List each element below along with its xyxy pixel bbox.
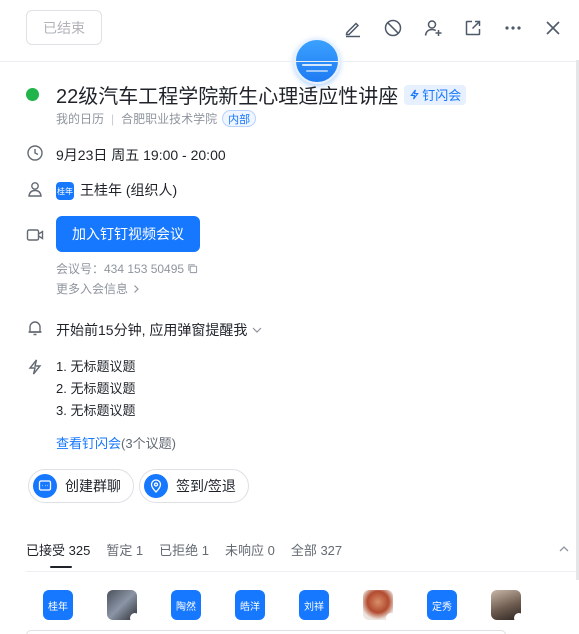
chevron-up-icon[interactable] — [558, 543, 570, 555]
checkin-button[interactable]: 签到/签退 — [139, 469, 249, 503]
chevron-down-icon — [252, 327, 262, 333]
person-icon — [26, 180, 44, 198]
open-external-icon[interactable] — [453, 14, 493, 42]
organizer-row[interactable]: 桂年 王桂年 (组织人) — [56, 180, 178, 201]
header-divider — [0, 61, 579, 62]
more-join-info-link[interactable]: 更多入会信息 — [56, 280, 141, 297]
dingshan-tag[interactable]: 钉闪会 — [404, 84, 467, 105]
comment-input-box[interactable] — [26, 630, 506, 634]
separator: | — [111, 111, 115, 126]
avatar[interactable] — [363, 590, 396, 623]
meeting-id: 会议号：434 153 50495 — [56, 260, 198, 277]
dingshan-tag-label: 钉闪会 — [422, 88, 462, 103]
edit-icon[interactable] — [333, 14, 373, 42]
event-title-row: 22级汽车工程学院新生心理适应性讲座 钉闪会 — [26, 80, 467, 109]
cancel-icon[interactable] — [373, 14, 413, 42]
event-subtitle: 我的日历 | 合肥职业技术学院 内部 — [56, 110, 257, 127]
agenda-item: 2. 无标题议题 — [56, 381, 136, 396]
organizer-avatar: 桂年 — [56, 182, 74, 201]
organizer-name: 王桂年 (组织人) — [80, 182, 178, 198]
view-dingshan-link[interactable]: 查看钉闪会 — [56, 436, 121, 451]
checkin-label: 签到/签退 — [176, 478, 236, 494]
join-video-meeting-button[interactable]: 加入钉钉视频会议 — [56, 216, 200, 252]
close-icon[interactable] — [533, 14, 573, 42]
clock-icon — [26, 144, 44, 162]
avatar[interactable]: 定秀 — [427, 590, 457, 620]
copy-icon[interactable] — [187, 263, 198, 274]
reminder-text: 开始前15分钟, 应用弹窗提醒我 — [56, 322, 248, 338]
attendee-tabs: 已接受 325 暂定 1 已拒绝 1 未响应 0 全部 327 — [26, 540, 358, 568]
avatar[interactable]: 桂年 — [43, 590, 73, 620]
more-icon[interactable] — [493, 14, 533, 42]
tab-all[interactable]: 全部 327 — [291, 540, 342, 560]
create-group-chat-label: 创建群聊 — [65, 478, 121, 494]
avatar[interactable]: 刘祥 — [299, 590, 329, 620]
meeting-id-text: 会议号：434 153 50495 — [56, 262, 185, 276]
add-person-icon[interactable] — [413, 14, 453, 42]
reminder-dropdown[interactable]: 开始前15分钟, 应用弹窗提醒我 — [56, 320, 263, 340]
avatar[interactable]: 陶然 — [171, 590, 201, 620]
more-join-info-label: 更多入会信息 — [56, 282, 129, 296]
chevron-right-icon — [134, 284, 139, 293]
bell-icon — [26, 319, 44, 337]
calendar-name: 我的日历 — [56, 112, 105, 126]
top-bar: 已结束 — [0, 0, 579, 60]
agenda-item: 3. 无标题议题 — [56, 403, 136, 418]
tab-no-response[interactable]: 未响应 0 — [225, 540, 275, 560]
tab-tentative[interactable]: 暂定 1 — [106, 540, 143, 560]
toolbar-icons — [333, 14, 573, 42]
agenda-count: (3个议题) — [121, 436, 176, 451]
video-icon — [26, 226, 44, 244]
agenda-list: 1. 无标题议题 2. 无标题议题 3. 无标题议题 — [56, 359, 135, 425]
event-title: 22级汽车工程学院新生心理适应性讲座 — [56, 86, 399, 108]
attendee-avatars: 桂年 陶然 皓洋 刘祥 定秀 — [43, 590, 555, 623]
status-dot-icon — [26, 88, 39, 101]
create-group-chat-button[interactable]: 创建群聊 — [28, 469, 134, 503]
lightning-icon — [26, 358, 44, 376]
location-pin-icon — [144, 474, 168, 498]
organization-name: 合肥职业技术学院 — [121, 112, 218, 126]
event-time: 9月23日 周五 19:00 - 20:00 — [56, 147, 226, 163]
avatar[interactable]: 皓洋 — [235, 590, 265, 620]
status-ended-button[interactable]: 已结束 — [26, 10, 102, 45]
lightning-icon — [410, 89, 420, 100]
internal-tag: 内部 — [222, 110, 257, 127]
agenda-item: 1. 无标题议题 — [56, 359, 136, 374]
tabs-divider — [26, 571, 579, 572]
avatar[interactable] — [491, 590, 524, 623]
chat-icon — [33, 474, 57, 498]
avatar[interactable] — [107, 590, 140, 623]
tab-declined[interactable]: 已拒绝 1 — [159, 540, 209, 560]
view-dingshan-link-row: 查看钉闪会(3个议题) — [56, 433, 176, 452]
tab-accepted[interactable]: 已接受 325 — [26, 540, 90, 568]
